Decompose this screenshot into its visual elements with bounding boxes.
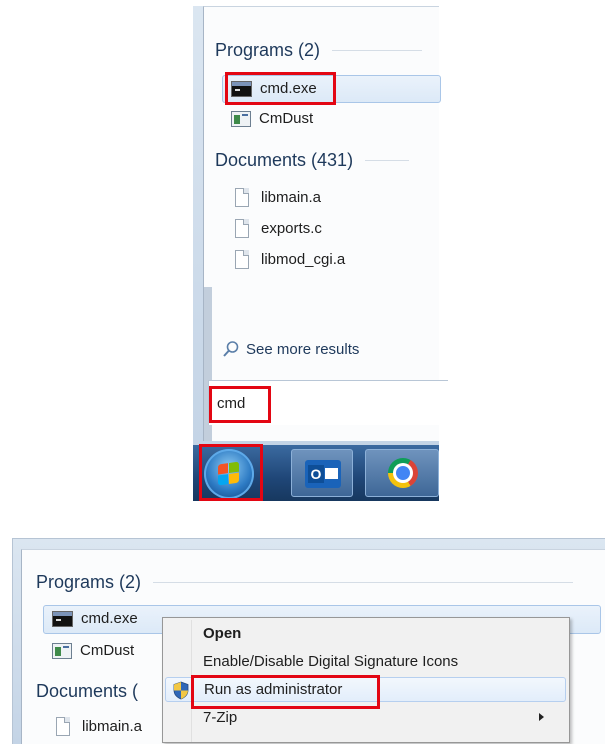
cmd-icon (52, 610, 73, 627)
chrome-icon (388, 458, 418, 488)
document-item-libmod-cgi[interactable]: libmod_cgi.a (235, 247, 345, 272)
divider (365, 160, 410, 161)
highlight-start-orb (199, 444, 263, 501)
programs-heading-text: Programs (2) (36, 572, 142, 592)
taskbar-outlook-button[interactable]: O (291, 449, 353, 497)
highlight-cmd-exe (225, 72, 336, 105)
document-icon (235, 250, 249, 269)
highlight-search-input (209, 386, 271, 423)
document-icon (235, 188, 249, 207)
documents-heading-2: Documents ( (36, 681, 138, 702)
document-label: libmod_cgi.a (261, 251, 346, 268)
cmdust-icon (52, 642, 72, 659)
outlook-o-glyph: O (308, 465, 324, 483)
document-icon (235, 219, 249, 238)
highlight-run-as-administrator (191, 675, 380, 709)
see-more-label: See more results (246, 340, 360, 358)
document-item-libmain-2[interactable]: libmain.a (56, 714, 142, 739)
documents-heading-text: Documents (431) (215, 150, 354, 170)
program-item-cmd-2[interactable]: cmd.exe (52, 606, 138, 631)
search-icon (223, 341, 239, 357)
divider (332, 50, 423, 51)
program-label: cmd.exe (81, 610, 138, 627)
document-icon (56, 717, 70, 736)
document-label: libmain.a (82, 718, 143, 735)
program-label: CmDust (80, 642, 135, 659)
program-label: CmDust (259, 110, 314, 127)
outlook-icon: O (305, 460, 341, 488)
context-item-label: Open (203, 625, 242, 642)
context-enable-disable-signature-icons[interactable]: Enable/Disable Digital Signature Icons (165, 649, 566, 674)
envelope-glyph (325, 468, 338, 479)
context-item-label: 7-Zip (203, 709, 238, 726)
document-item-exports[interactable]: exports.c (235, 216, 322, 241)
document-item-libmain[interactable]: libmain.a (235, 185, 321, 210)
context-open[interactable]: Open (165, 621, 566, 646)
programs-heading: Programs (2) (215, 40, 423, 61)
documents-heading: Documents (431) (215, 150, 410, 171)
program-item-cmdust[interactable]: CmDust (231, 106, 313, 131)
document-label: exports.c (261, 220, 322, 237)
program-item-cmdust-2[interactable]: CmDust (52, 638, 134, 663)
programs-heading-2: Programs (2) (36, 572, 574, 593)
cmdust-icon (231, 110, 251, 127)
taskbar-chrome-button[interactable] (365, 449, 439, 497)
see-more-results-link[interactable]: See more results (222, 340, 359, 358)
document-label: libmain.a (261, 189, 322, 206)
divider (153, 582, 574, 583)
programs-heading-text: Programs (2) (215, 40, 321, 60)
context-item-label: Enable/Disable Digital Signature Icons (203, 653, 459, 670)
submenu-arrow-icon (539, 713, 544, 721)
documents-heading-text: Documents ( (36, 681, 139, 701)
uac-shield-icon (173, 681, 189, 700)
